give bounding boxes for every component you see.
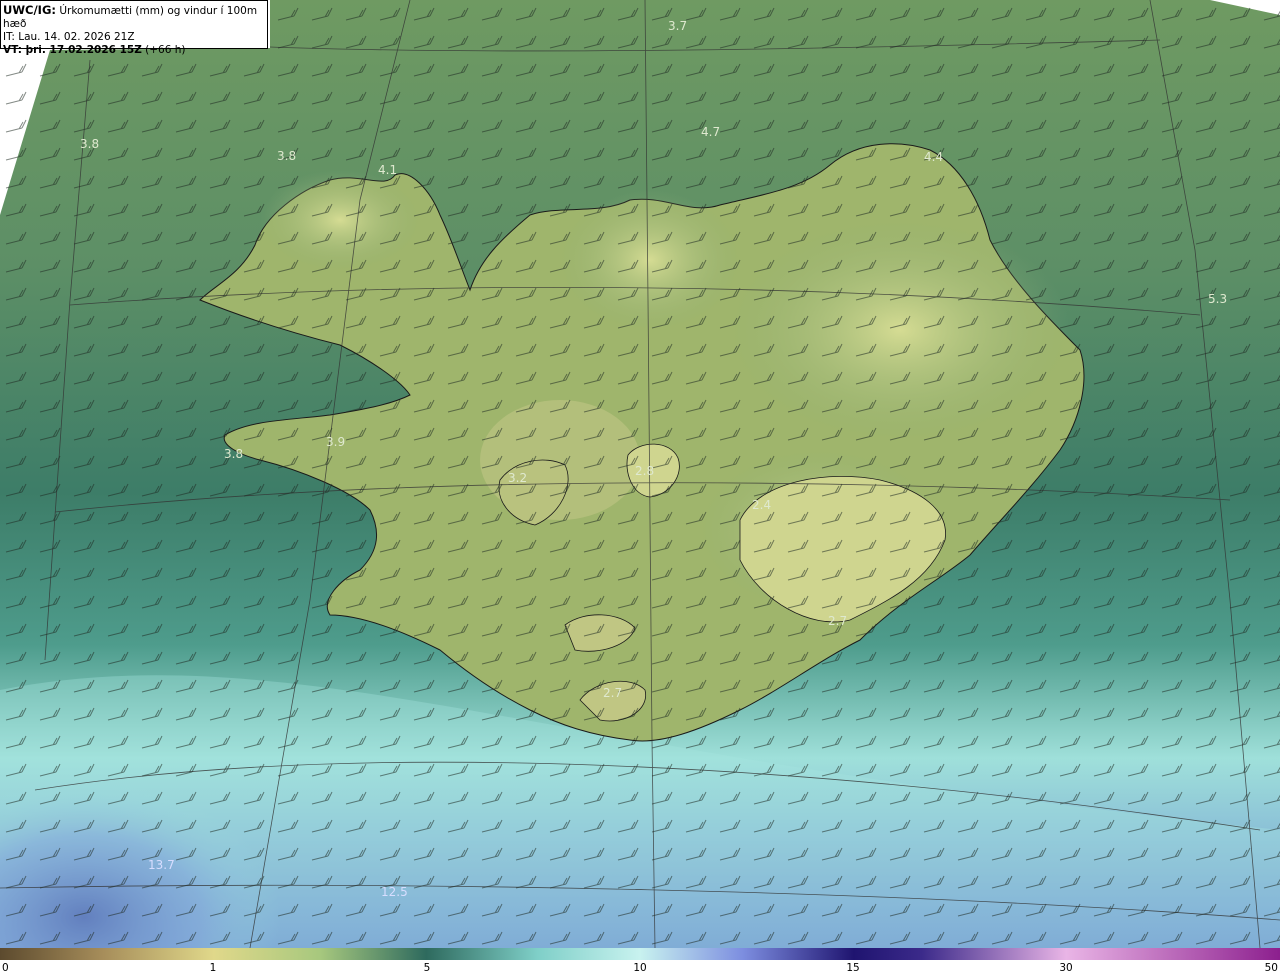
label-5-3: 5.3 <box>1208 292 1227 306</box>
label-4-4: 4.4 <box>924 150 943 164</box>
label-3-8-west: 3.8 <box>80 137 99 151</box>
label-3-7-north: 3.7 <box>668 19 687 33</box>
label-12-5: 12.5 <box>381 885 408 899</box>
colorbar-tick-1: 1 <box>209 962 217 974</box>
title-line: UWC/IG: Úrkomumætti (mm) og vindur í 100… <box>3 4 267 31</box>
colorbar-tick-50: 50 <box>1264 962 1278 974</box>
colorbar-tick-15: 15 <box>846 962 860 974</box>
label-3-8-snaefells: 3.8 <box>224 447 243 461</box>
colorbar-tick-30: 30 <box>1059 962 1073 974</box>
label-3-9: 3.9 <box>326 435 345 449</box>
label-4-1: 4.1 <box>378 163 397 177</box>
lead-time: (+66 h) <box>145 44 186 56</box>
colorbar <box>0 948 1280 960</box>
model-name: UWC/IG: <box>3 3 56 17</box>
label-2-7-south: 2.7 <box>603 686 622 700</box>
initial-time: IT: Lau. 14. 02. 2026 21Z <box>3 31 135 43</box>
label-13-7: 13.7 <box>148 858 175 872</box>
info-box: UWC/IG: Úrkomumætti (mm) og vindur í 100… <box>0 0 268 56</box>
colorbar-tick-5: 5 <box>423 962 431 974</box>
label-3-2: 3.2 <box>508 471 527 485</box>
valid-time: VT: þri. 17.02.2026 15Z <box>3 44 142 56</box>
label-4-7: 4.7 <box>701 125 720 139</box>
label-2-8: 2.8 <box>635 464 654 478</box>
label-2-7-east: 2.7 <box>828 614 847 628</box>
colorbar-tick-10: 10 <box>633 962 647 974</box>
label-3-8-westfjords: 3.8 <box>277 149 296 163</box>
label-2-4: 2.4 <box>752 498 771 512</box>
colorbar-tick-0: 0 <box>2 962 9 974</box>
valid-time-line: VT: þri. 17.02.2026 15Z (+66 h) <box>3 44 267 57</box>
precipitation-wind-map: 3.7 3.8 3.8 4.1 4.7 4.4 5.3 3.8 3.9 3.2 … <box>0 0 1280 948</box>
